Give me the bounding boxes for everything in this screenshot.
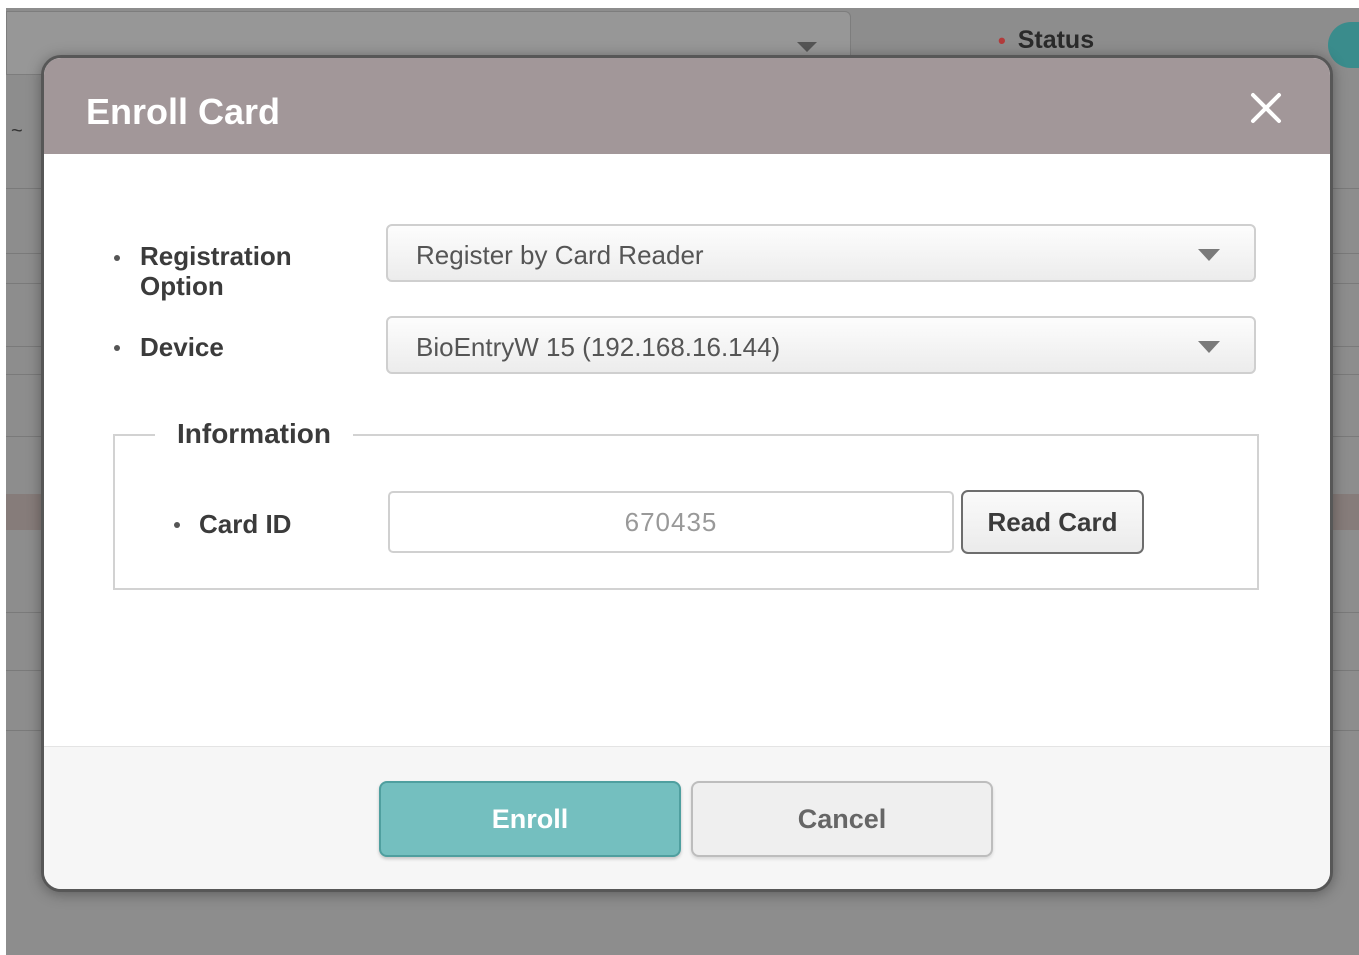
required-marker: • (998, 28, 1006, 53)
information-fieldset: Information Card ID Read Card (113, 418, 1259, 590)
chevron-down-icon (1198, 341, 1220, 353)
dialog-header: Enroll Card (44, 58, 1330, 154)
dialog-title: Enroll Card (86, 91, 281, 132)
information-legend: Information (155, 418, 353, 450)
registration-option-row: Registration Option Register by Card Rea… (44, 222, 1330, 302)
dialog-footer: Enroll Cancel (44, 746, 1330, 889)
bullet-icon (174, 522, 180, 528)
registration-option-label: Registration Option (140, 241, 292, 301)
chevron-down-icon (797, 42, 817, 52)
enroll-card-dialog: Enroll Card Registration Option Register… (41, 55, 1333, 892)
background-toggle (1328, 22, 1359, 68)
bullet-icon (114, 345, 120, 351)
registration-option-label-line2: Option (140, 271, 224, 301)
background-status-label: • Status (998, 26, 1094, 55)
device-value: BioEntryW 15 (192.168.16.144) (416, 332, 781, 362)
cancel-button[interactable]: Cancel (691, 781, 993, 857)
status-label-text: Status (1017, 26, 1095, 54)
device-select[interactable]: BioEntryW 15 (192.168.16.144) (386, 316, 1256, 374)
device-row: Device BioEntryW 15 (192.168.16.144) (44, 314, 1330, 384)
read-card-button[interactable]: Read Card (961, 490, 1144, 554)
card-id-input[interactable] (388, 491, 954, 553)
enroll-button[interactable]: Enroll (379, 781, 681, 857)
close-button[interactable] (1242, 84, 1290, 132)
device-label: Device (140, 332, 224, 362)
registration-option-value: Register by Card Reader (416, 240, 704, 270)
registration-option-label-line1: Registration (140, 241, 292, 271)
close-icon (1251, 93, 1281, 123)
chevron-down-icon (1198, 249, 1220, 261)
bullet-icon (114, 255, 120, 261)
background-range-tilde: ~ (11, 120, 23, 142)
registration-option-select[interactable]: Register by Card Reader (386, 224, 1256, 282)
card-id-label: Card ID (199, 509, 292, 539)
